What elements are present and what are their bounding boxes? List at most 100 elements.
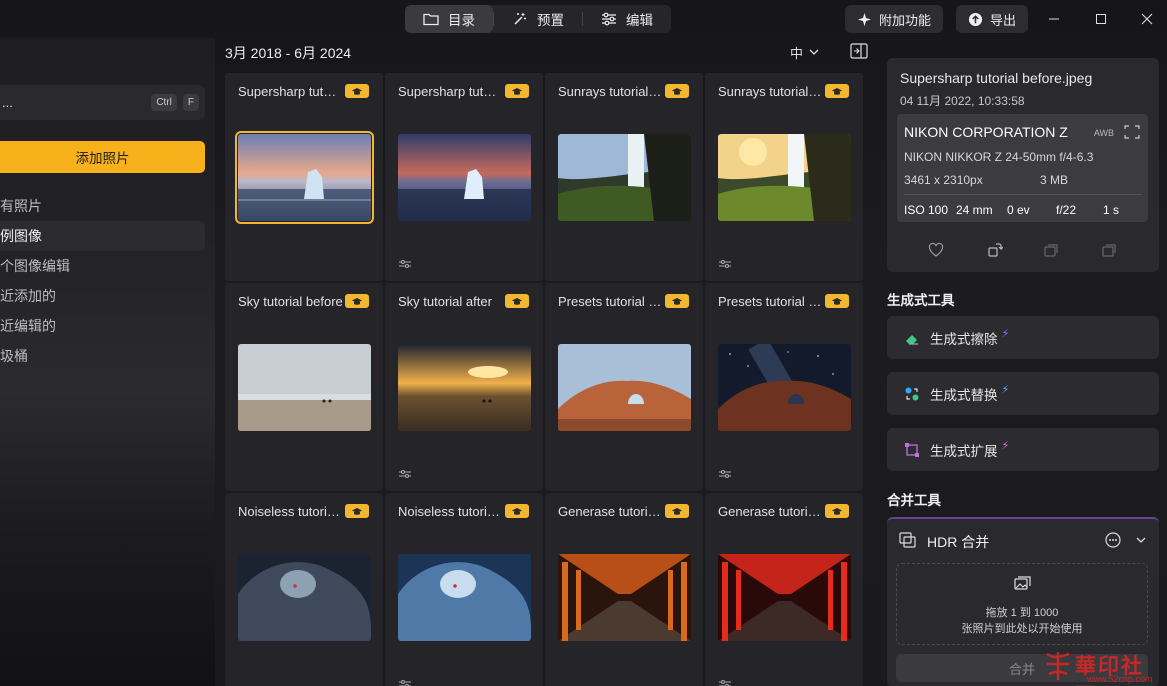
file-size: 3 MB [1040,173,1069,187]
info-filename: Supersharp tutorial before.jpeg [900,70,1093,86]
photo-card[interactable]: Sky tutorial before [225,283,383,491]
sidebar-item-trash[interactable]: 圾桶 [0,341,205,371]
graduation-cap-icon [672,297,682,305]
photo-card[interactable]: Noiseless tutorial after [385,493,543,686]
album-list: 有照片 例图像 个图像编辑 近添加的 近编辑的 圾桶 [0,191,205,371]
photo-title: Presets tutorial before [558,294,663,309]
tool-label: 生成式扩展 [930,443,998,459]
iso-value: ISO 100 [904,203,949,217]
photo-thumbnail[interactable] [718,344,851,431]
ai-bolt-icon: ⚡ [1001,384,1010,396]
photo-title: Generase tutorial before [558,504,663,519]
image-dimensions: 3461 x 2310px [904,173,983,187]
graduation-cap-icon [832,87,842,95]
photo-card[interactable]: Sunrays tutorial before [545,73,703,281]
gallery-header: 3月 2018 - 6月 2024 中 [225,38,875,66]
search-placeholder: ... [2,95,13,110]
edited-adjustments-icon [399,467,411,478]
hdr-drop-zone[interactable]: 拖放 1 到 1000 张照片到此处以开始使用 [896,563,1148,645]
focal-length: 24 mm [956,203,993,217]
generative-expand-button[interactable]: 生成式扩展 ⚡ [887,428,1159,471]
info-actions [887,238,1159,262]
tab-edit[interactable]: 编辑 [583,5,671,33]
photo-thumbnail[interactable] [398,344,531,431]
addons-button[interactable]: 附加功能 [845,5,944,33]
eraser-icon [904,330,920,346]
tutorial-badge [505,294,529,308]
photo-thumbnail[interactable] [235,131,374,224]
copy-icon[interactable] [1043,242,1059,258]
size-label: 中 [790,46,804,61]
photo-thumbnail[interactable] [398,554,531,641]
photo-card[interactable]: Generase tutorial before [545,493,703,686]
watermark-url: www.52cnp.com [1087,674,1153,684]
panel-toggle-icon[interactable] [850,43,868,59]
photo-thumbnail[interactable] [558,554,691,641]
tutorial-badge [665,84,689,98]
sidebar-item-recently-added[interactable]: 近添加的 [0,281,205,311]
upload-icon [968,12,983,26]
graduation-cap-icon [832,297,842,305]
photo-card[interactable]: Supersharp tutorial after [385,73,543,281]
photo-thumbnail[interactable] [238,554,371,641]
minimize-icon[interactable] [1043,8,1065,30]
tab-presets[interactable]: 预置 [494,5,582,33]
tutorial-badge [825,504,849,518]
search-input[interactable]: ... Ctrl F [0,85,205,120]
rotate-icon[interactable] [987,242,1004,258]
photo-card[interactable]: Supersharp tutorial before.jpeg [225,73,383,281]
crop-frame-icon [1124,125,1140,139]
photo-thumbnail[interactable] [718,134,851,221]
more-options-icon[interactable] [1105,532,1121,548]
paste-icon[interactable] [1101,242,1117,258]
graduation-cap-icon [672,87,682,95]
awb-label: AWB [1093,128,1114,138]
photo-thumbnail[interactable] [398,134,531,221]
close-icon[interactable] [1136,8,1158,30]
add-photos-button[interactable]: 添加照片 [0,141,205,173]
tab-label: 预置 [537,13,564,28]
replace-icon [904,386,920,402]
tutorial-badge [825,84,849,98]
sidebar-item-edited[interactable]: 个图像编辑 [0,251,205,281]
photo-thumbnail[interactable] [718,554,851,641]
photo-title: Noiseless tutorial before [238,504,343,519]
date-range: 3月 2018 - 6月 2024 [225,45,352,61]
export-button[interactable]: 导出 [956,5,1029,33]
graduation-cap-icon [672,507,682,515]
sidebar-item-recently-edited[interactable]: 近编辑的 [0,311,205,341]
tutorial-badge [505,84,529,98]
sliders-icon [602,12,616,26]
lens-model: NIKON NIKKOR Z 24-50mm f/4-6.3 [904,150,1094,164]
magic-wand-icon [514,13,526,25]
graduation-cap-icon [512,297,522,305]
tool-label: 生成式替换 [930,387,998,403]
photo-card[interactable]: Sky tutorial after [385,283,543,491]
tool-label: 生成式擦除 [930,331,998,347]
top-bar: 目录 预置 编辑 附加功能 导出 [0,0,1167,38]
chevron-down-icon [809,49,819,55]
maximize-icon[interactable] [1090,8,1112,30]
graduation-cap-icon [352,507,362,515]
photo-card[interactable]: Presets tutorial before [545,283,703,491]
ai-bolt-icon: ⚡ [1001,440,1010,452]
photo-thumbnail[interactable] [558,344,691,431]
exposure-value: 0 ev [1007,203,1030,217]
tab-catalog[interactable]: 目录 [405,5,493,33]
sparkle-icon [857,12,872,26]
sidebar-item-all-photos[interactable]: 有照片 [0,191,205,221]
sidebar-item-sample-images[interactable]: 例图像 [0,221,205,251]
info-datetime: 04 11月 2022, 10:33:58 [900,94,1025,108]
heart-icon[interactable] [928,242,944,258]
thumbnail-size-select[interactable]: 中 [790,43,819,62]
generative-replace-button[interactable]: 生成式替换 ⚡ [887,372,1159,415]
photo-card[interactable]: Generase tutorial after [705,493,863,686]
photo-card[interactable]: Noiseless tutorial before [225,493,383,686]
generative-erase-button[interactable]: 生成式擦除 ⚡ [887,316,1159,359]
photo-card[interactable]: Sunrays tutorial after [705,73,863,281]
photo-card[interactable]: Presets tutorial after [705,283,863,491]
photo-thumbnail[interactable] [238,344,371,431]
photo-thumbnail[interactable] [558,134,691,221]
chevron-down-icon[interactable] [1136,537,1146,544]
expand-icon [904,442,920,458]
